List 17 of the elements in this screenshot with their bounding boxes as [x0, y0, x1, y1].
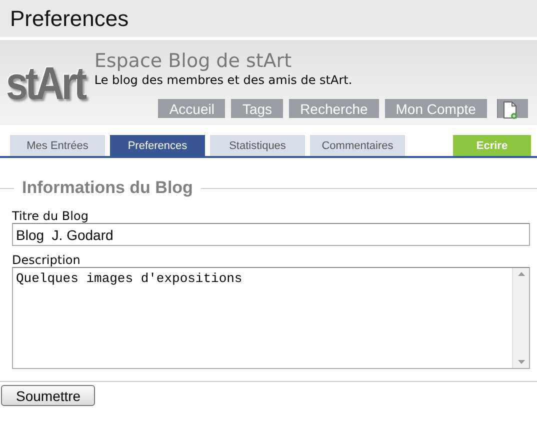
title-field[interactable]: Blog J. Godard: [12, 223, 530, 246]
site-title: Espace Blog de stArt: [94, 50, 293, 72]
tab[interactable]: Mes Entrées: [10, 135, 105, 156]
tab[interactable]: Commentaires: [310, 135, 405, 156]
logo: stArt: [6, 60, 84, 108]
field-label: Description: [12, 253, 82, 267]
scroll-up-icon[interactable]: [518, 272, 524, 276]
new-page-icon[interactable]: [502, 101, 517, 119]
window-title: Preferences: [9, 5, 129, 32]
submit-button[interactable]: Soumettre: [1, 385, 95, 406]
tagline: Le blog des membres et des amis de stArt.: [94, 73, 354, 87]
field-label: Titre du Blog: [12, 209, 90, 223]
tab[interactable]: Statistiques: [210, 135, 305, 156]
section-title: Informations du Blog: [22, 178, 193, 198]
scroll-down-icon[interactable]: [518, 360, 524, 364]
tab[interactable]: Preferences: [110, 135, 205, 156]
description-field[interactable]: Quelques images d'expositions: [12, 267, 530, 369]
